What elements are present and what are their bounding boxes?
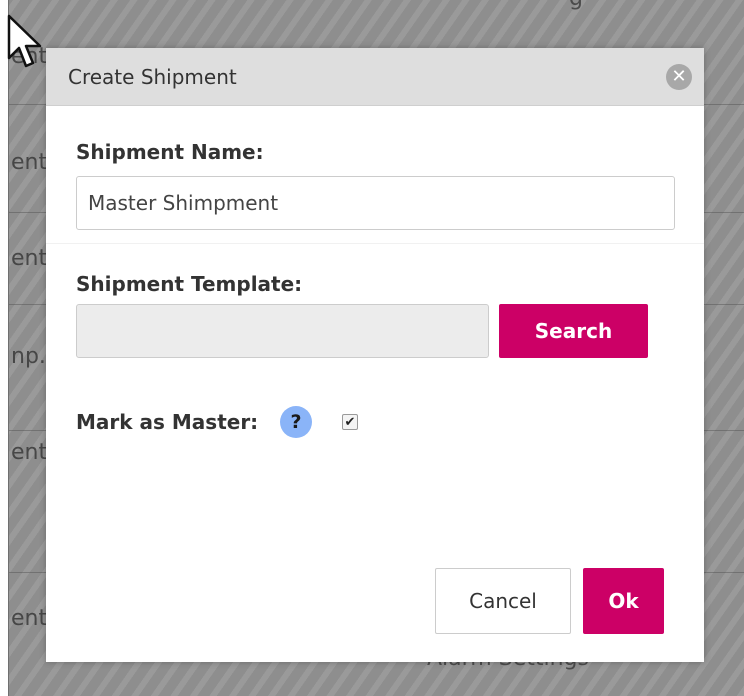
background-text-fragment: g xyxy=(569,0,583,11)
checkmark-icon: ✔ xyxy=(344,414,356,430)
search-button[interactable]: Search xyxy=(499,304,648,358)
shipment-template-input[interactable] xyxy=(76,304,489,358)
background-row-fragment: ent xyxy=(11,440,48,465)
background-row-fragment: ent xyxy=(11,606,48,631)
background-row-fragment: np. xyxy=(11,344,46,369)
help-icon[interactable]: ? xyxy=(280,406,312,438)
dialog-title: Create Shipment xyxy=(68,64,237,89)
shipment-name-section: Shipment Name: xyxy=(46,106,704,244)
dialog-header: Create Shipment xyxy=(46,48,704,106)
mouse-pointer-icon xyxy=(7,14,42,68)
shipment-name-label: Shipment Name: xyxy=(76,140,264,164)
mark-as-master-label: Mark as Master: xyxy=(76,410,259,434)
create-shipment-dialog: Create Shipment ✕ Shipment Name: Shipmen… xyxy=(46,48,704,662)
background-row-fragment: ent xyxy=(11,246,48,271)
close-icon[interactable]: ✕ xyxy=(666,64,692,90)
shipment-name-input[interactable] xyxy=(76,176,675,230)
cancel-button[interactable]: Cancel xyxy=(435,568,571,634)
shipment-template-label: Shipment Template: xyxy=(76,272,303,296)
background-row-fragment: ent xyxy=(11,150,48,175)
mark-as-master-checkbox[interactable]: ✔ xyxy=(342,414,358,430)
ok-button[interactable]: Ok xyxy=(583,568,664,634)
